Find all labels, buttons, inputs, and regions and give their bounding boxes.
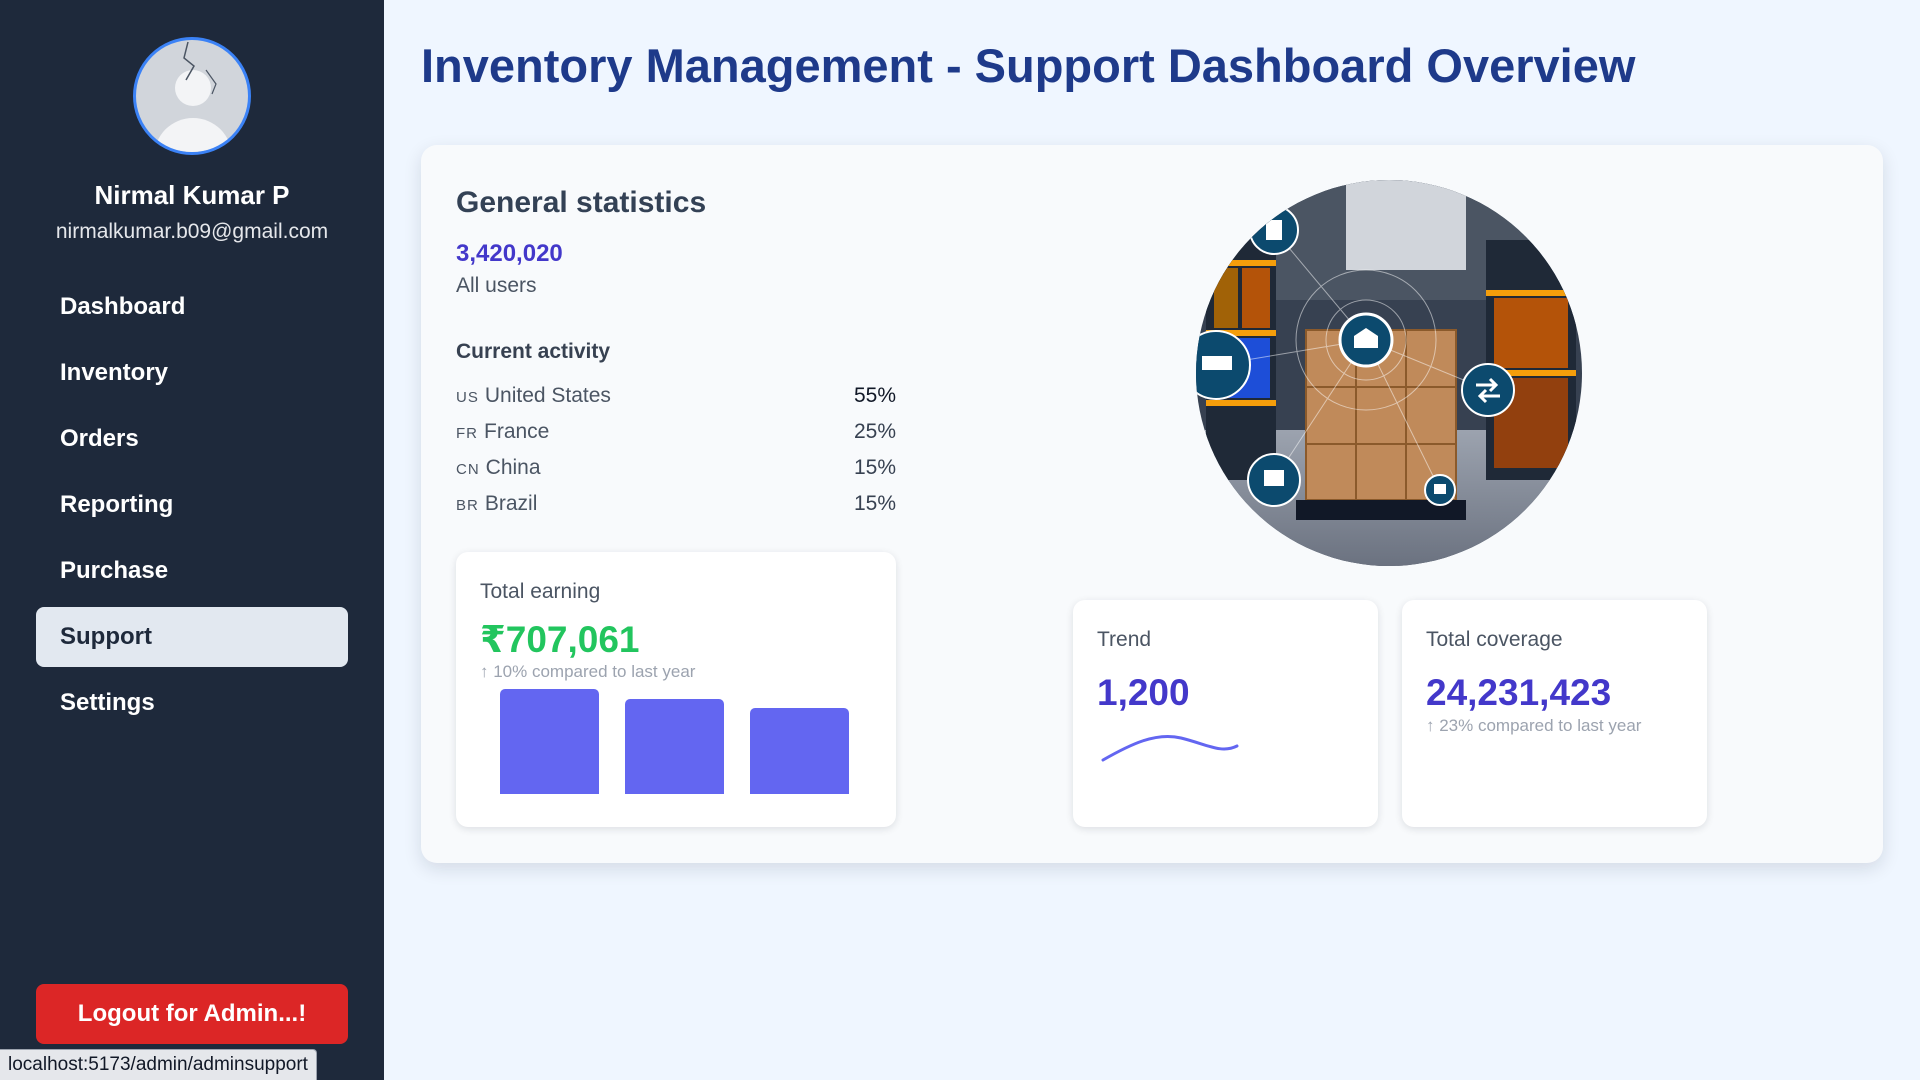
activity-percent: 55% [853, 384, 896, 407]
sidebar-item-support[interactable]: Support [36, 607, 348, 667]
warehouse-illustration [1196, 180, 1582, 566]
all-users-value: 3,420,020 [456, 240, 563, 267]
total-coverage-label: Total coverage [1426, 628, 1563, 651]
sidebar-item-dashboard[interactable]: Dashboard [36, 277, 348, 337]
total-earning-label: Total earning [480, 580, 601, 603]
total-coverage-change: ↑ 23% compared to last year [1426, 716, 1642, 735]
forklift-icon [1424, 474, 1456, 506]
user-email: nirmalkumar.b09@gmail.com [55, 220, 329, 243]
user-name: Nirmal Kumar P [94, 180, 290, 210]
country-code: US [456, 389, 479, 406]
activity-list: US United States 55% FR France 25% CN China… [456, 378, 896, 522]
trend-value: 1,200 [1097, 672, 1190, 713]
country-name: United States [484, 384, 611, 407]
current-activity-title: Current activity [456, 340, 611, 363]
total-earning-card: Total earning ₹707,061 ↑ 10% compared to… [456, 552, 896, 827]
activity-percent: 15% [853, 492, 896, 515]
country-name: Brazil [484, 492, 538, 515]
trend-label: Trend [1097, 628, 1152, 651]
avatar[interactable] [133, 37, 251, 155]
activity-row: CN China 15% [456, 450, 896, 486]
avatar-crack-lines [183, 41, 217, 95]
warehouse-icon [1338, 312, 1394, 368]
transfer-arrows-icon [1461, 363, 1515, 417]
activity-row: US United States 55% [456, 378, 896, 414]
country-code: FR [456, 425, 478, 442]
sidebar-item-settings[interactable]: Settings [36, 673, 348, 733]
total-earning-change: ↑ 10% compared to last year [480, 662, 696, 681]
page-title: Inventory Management - Support Dashboard… [421, 39, 1636, 92]
sidebar-item-orders[interactable]: Orders [36, 409, 348, 469]
sidebar-item-purchase[interactable]: Purchase [36, 541, 348, 601]
sidebar-item-inventory[interactable]: Inventory [36, 343, 348, 403]
sidebar-nav: Dashboard Inventory Orders Reporting Pur… [36, 277, 348, 739]
earning-bar [625, 699, 724, 794]
activity-row: FR France 25% [456, 414, 896, 450]
handling-icon [1247, 453, 1301, 507]
earning-bar [500, 689, 599, 794]
warehouse-illustration-art [1196, 180, 1582, 566]
activity-percent: 25% [853, 420, 896, 443]
trend-sparkline [1101, 734, 1239, 762]
total-coverage-card: Total coverage 24,231,423 ↑ 23% compared… [1402, 600, 1707, 827]
country-code: BR [456, 497, 479, 514]
activity-percent: 15% [853, 456, 896, 479]
sidebar: Nirmal Kumar P nirmalkumar.b09@gmail.com… [0, 0, 384, 1080]
total-coverage-value: 24,231,423 [1426, 672, 1612, 713]
trend-card: Trend 1,200 [1073, 600, 1378, 827]
general-statistics-title: General statistics [456, 186, 707, 219]
all-users-label: All users [456, 274, 537, 297]
total-earning-value: ₹707,061 [480, 619, 640, 660]
country-name: France [484, 420, 550, 443]
logout-button[interactable]: Logout for Admin...! [36, 984, 348, 1044]
country-code: CN [456, 461, 480, 478]
earning-bar-chart [500, 684, 850, 794]
activity-row: BR Brazil 15% [456, 486, 896, 522]
earning-bar [750, 708, 849, 794]
sidebar-item-reporting[interactable]: Reporting [36, 475, 348, 535]
country-name: China [485, 456, 541, 479]
status-bar-url: localhost:5173/admin/adminsupport [0, 1049, 317, 1080]
